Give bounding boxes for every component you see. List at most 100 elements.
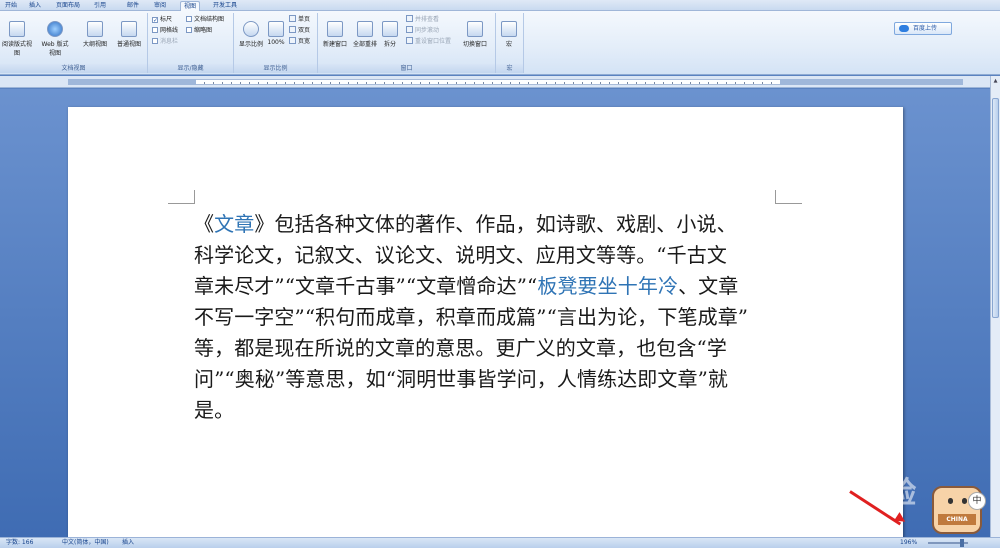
- draft-view-label: 普通视图: [116, 41, 141, 48]
- one-page-icon: [289, 15, 296, 22]
- scroll-thumb[interactable]: [992, 98, 999, 318]
- switch-window-icon: [467, 21, 483, 37]
- tab-6[interactable]: 视图: [180, 1, 201, 11]
- reading-layout-icon: [9, 21, 25, 37]
- document-body[interactable]: 《文章》包括各种文体的著作、作品，如诗歌、戏剧、小说、 科学论文，记叙文、议论文、…: [194, 209, 779, 426]
- word-count[interactable]: 字数: 166: [6, 538, 33, 548]
- language-badge[interactable]: 中: [968, 492, 986, 510]
- reset-window-icon: [406, 37, 413, 44]
- text-run: 章未尽才”“文章千古事”“文章憎命达”“: [194, 274, 538, 298]
- switch-window-button[interactable]: 切换窗口: [460, 15, 490, 57]
- group-zoom: 显示比例 100% 单页 双页 页宽 显示比例: [234, 13, 318, 73]
- new-window-icon: [327, 21, 343, 37]
- side-by-side-label: 并排查看: [415, 16, 440, 23]
- ribbon-tabs: 开始 插入 页面布局 引用 邮件 审阅 视图 开发工具: [0, 0, 1000, 11]
- zoom-label: 显示比例: [238, 41, 263, 48]
- text-run: 是。: [194, 398, 235, 422]
- doc-map-label: 文档结构图: [194, 16, 225, 23]
- mascot-sign: CHINA: [938, 514, 976, 525]
- zoom-level[interactable]: 196%: [900, 538, 917, 548]
- checkbox-icon: [186, 16, 192, 22]
- draft-icon: [121, 21, 137, 37]
- zoom-slider-knob[interactable]: [960, 539, 964, 547]
- thumbnails-label: 缩略图: [194, 27, 213, 34]
- macro-icon: [501, 21, 517, 37]
- macros-button[interactable]: 宏: [496, 15, 522, 57]
- split-button[interactable]: 拆分: [378, 15, 402, 57]
- checkbox-icon: [152, 27, 158, 33]
- reading-layout-label: 阅读版式视图: [2, 41, 33, 57]
- zoom-100-button[interactable]: 100%: [264, 15, 288, 57]
- two-pages-label: 双页: [298, 27, 311, 34]
- paragraph-line: 章未尽才”“文章千古事”“文章憎命达”“板凳要坐十年冷、文章: [194, 271, 779, 302]
- tab-2[interactable]: 页面布局: [53, 1, 83, 11]
- page-width-icon: [289, 37, 296, 44]
- tab-4[interactable]: 邮件: [124, 1, 142, 11]
- one-page-label: 单页: [298, 16, 311, 23]
- sync-scroll-button[interactable]: 同步滚动: [406, 26, 439, 35]
- message-bar-checkbox[interactable]: 消息栏: [152, 37, 178, 46]
- paragraph-line: 问”“奥秘”等意思，如“洞明世事皆学问，人情练达即文章”就: [194, 364, 779, 395]
- hyperlink[interactable]: 板凳要坐十年冷: [537, 274, 678, 298]
- text-run: 科学论文，记叙文、议论文、说明文、应用文等等。“千古文: [194, 243, 727, 267]
- vertical-scrollbar[interactable]: ▲: [990, 76, 1000, 537]
- tab-0[interactable]: 开始: [2, 1, 20, 11]
- paragraph-line: 不写一字空”“积句而成章，积章而成篇”“言出为论，下笔成章”: [194, 302, 779, 333]
- group-label-show-hide: 显示/隐藏: [148, 64, 233, 73]
- page-width-button[interactable]: 页宽: [289, 37, 310, 46]
- ribbon: 阅读版式视图 Web 版式视图 大纲视图 普通视图 文档视图 ✓ 标尺 网格线 消…: [0, 11, 1000, 75]
- group-document-views: 阅读版式视图 Web 版式视图 大纲视图 普通视图 文档视图: [0, 13, 148, 73]
- side-by-side-button[interactable]: 并排查看: [406, 15, 439, 24]
- split-icon: [382, 21, 398, 37]
- status-bar: 字数: 166 中文(简体，中国) 插入 196%: [0, 537, 1000, 548]
- horizontal-ruler[interactable]: [0, 76, 990, 88]
- group-label-document-views: 文档视图: [0, 64, 147, 73]
- ruler-label: 标尺: [160, 16, 173, 23]
- ruler-checkbox[interactable]: ✓ 标尺: [152, 15, 172, 24]
- gridlines-label: 网格线: [160, 27, 179, 34]
- ruler-left-margin: [68, 79, 196, 85]
- paragraph-line: 是。: [194, 395, 779, 426]
- scroll-up-icon[interactable]: ▲: [992, 77, 999, 85]
- two-pages-button[interactable]: 双页: [289, 26, 310, 35]
- arrange-all-button[interactable]: 全部重排: [350, 15, 380, 57]
- checkbox-checked-icon: ✓: [152, 17, 159, 24]
- arrange-all-label: 全部重排: [352, 41, 377, 48]
- group-label-macros: 宏: [496, 64, 523, 73]
- reading-layout-button[interactable]: 阅读版式视图: [2, 15, 32, 57]
- margin-corner-top-left: [168, 190, 195, 204]
- new-window-label: 新建窗口: [322, 41, 347, 48]
- tab-1[interactable]: 插入: [26, 1, 44, 11]
- checkbox-icon: [152, 38, 158, 44]
- language-status[interactable]: 中文(简体，中国): [62, 538, 109, 548]
- text-run: 问”“奥秘”等意思，如“洞明世事皆学问，人情练达即文章”就: [194, 367, 729, 391]
- magnifier-icon: [243, 21, 259, 37]
- group-label-zoom: 显示比例: [234, 64, 317, 73]
- margin-corner-top-right: [775, 190, 802, 204]
- macros-label: 宏: [505, 41, 512, 48]
- web-layout-button[interactable]: Web 版式视图: [40, 15, 70, 57]
- gridlines-checkbox[interactable]: 网格线: [152, 26, 178, 35]
- baidu-upload-button[interactable]: 百度上传: [894, 22, 952, 35]
- reset-window-button[interactable]: 重设窗口位置: [406, 37, 451, 46]
- arrange-all-icon: [357, 21, 373, 37]
- text-run: 《: [194, 212, 215, 236]
- text-run: 、文章: [678, 274, 739, 298]
- doc-map-checkbox[interactable]: 文档结构图: [186, 15, 224, 24]
- hyperlink[interactable]: 文章: [214, 212, 254, 236]
- one-page-button[interactable]: 单页: [289, 15, 310, 24]
- thumbnails-checkbox[interactable]: 缩略图: [186, 26, 212, 35]
- outline-view-button[interactable]: 大纲视图: [80, 15, 110, 57]
- tab-7[interactable]: 开发工具: [210, 1, 240, 11]
- page-width-label: 页宽: [298, 38, 311, 45]
- tab-5[interactable]: 审阅: [151, 1, 169, 11]
- new-window-button[interactable]: 新建窗口: [320, 15, 350, 57]
- baidu-upload-label: 百度上传: [913, 25, 938, 32]
- zoom-button[interactable]: 显示比例: [236, 15, 266, 57]
- mascot-eye-right: [962, 498, 967, 504]
- draft-view-button[interactable]: 普通视图: [114, 15, 144, 57]
- ruler-right-margin: [780, 79, 963, 85]
- text-run: 不写一字空”“积句而成章，积章而成篇”“言出为论，下笔成章”: [194, 305, 749, 329]
- insert-mode[interactable]: 插入: [122, 538, 134, 548]
- tab-3[interactable]: 引用: [91, 1, 109, 11]
